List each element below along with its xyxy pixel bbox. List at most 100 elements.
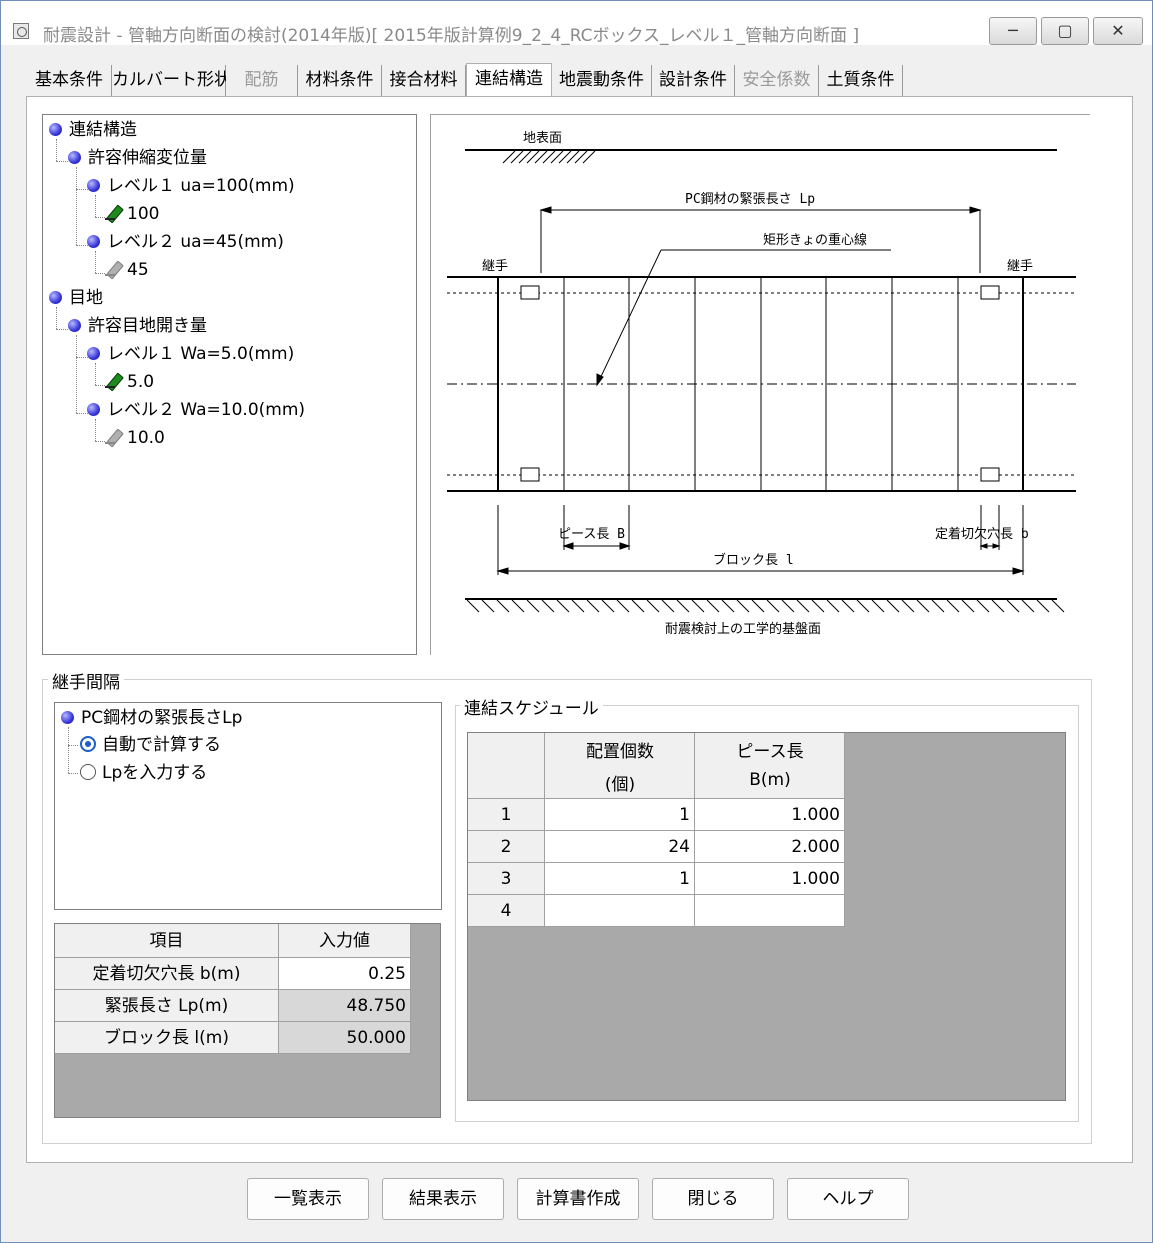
- tree-node-allowable-opening[interactable]: 許容目地開き量: [68, 315, 207, 337]
- count-cell[interactable]: 1: [545, 863, 695, 895]
- tab-joint-materials[interactable]: 接合材料: [382, 65, 466, 96]
- joint-spacing-title: 継手間隔: [48, 668, 124, 693]
- col-header-count: 配置個数 (個): [545, 733, 695, 799]
- help-button[interactable]: ヘルプ: [787, 1178, 909, 1220]
- row-label-anchor-length: 定着切欠穴長 b(m): [55, 958, 279, 990]
- list-display-button[interactable]: 一覧表示: [247, 1178, 369, 1220]
- col-header-piece-length-line2: B(m): [749, 770, 791, 790]
- count-cell[interactable]: 1: [545, 799, 695, 831]
- radio-unselected-icon: [80, 764, 96, 780]
- tab-seismic-motion[interactable]: 地震動条件: [552, 65, 652, 96]
- schedule-corner-cell: [468, 733, 545, 799]
- tree-value: 10.0: [127, 428, 165, 448]
- node-bullet-icon: [87, 235, 100, 248]
- tree-label: レベル１ Wa=5.0(mm): [107, 344, 295, 364]
- col-header-count-line1: 配置個数: [586, 742, 654, 762]
- tree-value: 45: [127, 260, 149, 280]
- close-icon: ✕: [1111, 21, 1125, 40]
- node-bullet-icon: [49, 123, 62, 136]
- row-label-tension-length: 緊張長さ Lp(m): [55, 990, 279, 1022]
- pc-length-option-box: PC鋼材の緊張長さLp 自動で計算する Lpを入力する: [54, 702, 442, 910]
- tree-node-connection-structure[interactable]: 連結構造: [49, 119, 137, 141]
- col-header-piece-length: ピース長 B(m): [695, 733, 845, 799]
- count-cell[interactable]: 24: [545, 831, 695, 863]
- tree-value-level2-opening[interactable]: 10.0: [105, 427, 165, 449]
- result-display-button[interactable]: 結果表示: [382, 1178, 504, 1220]
- row-number: 3: [468, 863, 545, 895]
- tree-value-level2-expansion[interactable]: 45: [105, 259, 149, 281]
- connection-tree: 連結構造 許容伸縮変位量 レベル１ ua=100(mm) 100 レベル２ ua…: [42, 114, 417, 655]
- tree-node-level1-expansion[interactable]: レベル１ ua=100(mm): [87, 175, 295, 197]
- auto-calc-radio[interactable]: 自動で計算する: [80, 734, 221, 756]
- maximize-button[interactable]: ▢: [1041, 17, 1089, 45]
- tree-node-level2-expansion[interactable]: レベル２ ua=45(mm): [87, 231, 284, 253]
- tree-value-level1-opening[interactable]: 5.0: [105, 371, 154, 393]
- tree-node-allowable-expansion[interactable]: 許容伸縮変位量: [68, 147, 207, 169]
- tab-basic-conditions[interactable]: 基本条件: [27, 65, 112, 96]
- schedule-title: 連結スケジュール: [460, 694, 603, 719]
- tree-label: 連結構造: [69, 120, 137, 140]
- radio-selected-icon: [80, 736, 96, 752]
- row-number: 2: [468, 831, 545, 863]
- joint-input-grid: 項目 入力値 定着切欠穴長 b(m) 0.25 緊張長さ Lp(m) 48.75…: [54, 923, 441, 1118]
- minimize-button[interactable]: ─: [989, 17, 1037, 45]
- create-report-button[interactable]: 計算書作成: [517, 1178, 639, 1220]
- tree-label: レベル２ Wa=10.0(mm): [107, 400, 306, 420]
- tab-soil-conditions[interactable]: 土質条件: [819, 65, 903, 96]
- title-bar: 耐震設計 - 管軸方向断面の検討(2014年版)[ 2015年版計算例9_2_4…: [1, 1, 1152, 46]
- joint-left-label: 継手: [482, 259, 508, 274]
- tab-design-conditions[interactable]: 設計条件: [652, 65, 735, 96]
- centroid-line-label: 矩形きょの重心線: [763, 232, 867, 248]
- row-label-block-length: ブロック長 l(m): [55, 1022, 279, 1054]
- block-length-label: ブロック長 l: [713, 552, 794, 568]
- diagram-svg: 地表面 PC鋼材の緊張長さ Lp 矩形きょの重心線 継手 継手 ピース長 B 定…: [447, 131, 1076, 637]
- window-title: 耐震設計 - 管軸方向断面の検討(2014年版)[ 2015年版計算例9_2_4…: [43, 26, 860, 46]
- tree-node-joint[interactable]: 目地: [49, 287, 103, 309]
- piece-length-cell[interactable]: 2.000: [695, 831, 845, 863]
- tree-value-level1-expansion[interactable]: 100: [105, 203, 159, 225]
- anchor-length-input[interactable]: 0.25: [279, 958, 411, 990]
- base-surface-label: 耐震検討上の工学的基盤面: [665, 621, 821, 637]
- tab-culvert-shape[interactable]: カルバート形状: [112, 65, 231, 96]
- count-cell[interactable]: [545, 895, 695, 927]
- tree-label: 許容伸縮変位量: [88, 148, 207, 168]
- col-header-value: 入力値: [279, 924, 411, 958]
- edit-pen-icon: [105, 260, 125, 278]
- radio-label: Lpを入力する: [102, 763, 208, 783]
- edit-pen-icon: [105, 204, 125, 222]
- row-number: 4: [468, 895, 545, 927]
- main-window: 耐震設計 - 管軸方向断面の検討(2014年版)[ 2015年版計算例9_2_4…: [0, 0, 1153, 1243]
- tab-material-conditions[interactable]: 材料条件: [298, 65, 382, 96]
- manual-input-radio[interactable]: Lpを入力する: [80, 762, 207, 784]
- joint-right-label: 継手: [1007, 259, 1033, 274]
- tab-connection-structure[interactable]: 連結構造: [466, 63, 552, 96]
- tab-reinforcement: 配筋: [226, 65, 298, 96]
- piece-length-cell[interactable]: 1.000: [695, 863, 845, 895]
- pc-length-label: PC鋼材の緊張長さ Lp: [685, 192, 815, 207]
- close-window-button[interactable]: ✕: [1093, 17, 1143, 45]
- tree-node-level2-opening[interactable]: レベル２ Wa=10.0(mm): [87, 399, 305, 421]
- maximize-icon: ▢: [1057, 21, 1073, 40]
- option-header-label: PC鋼材の緊張長さLp: [81, 708, 243, 728]
- tree-label: レベル１ ua=100(mm): [107, 176, 295, 196]
- piece-length-cell[interactable]: 1.000: [695, 799, 845, 831]
- node-bullet-icon: [49, 291, 62, 304]
- radio-label: 自動で計算する: [102, 735, 221, 755]
- node-bullet-icon: [87, 403, 100, 416]
- minimize-icon: ─: [1008, 21, 1018, 40]
- piece-length-cell[interactable]: [695, 895, 845, 927]
- tree-label: レベル２ ua=45(mm): [107, 232, 284, 252]
- tree-node-level1-opening[interactable]: レベル１ Wa=5.0(mm): [87, 343, 294, 365]
- tree-label: 許容目地開き量: [88, 316, 207, 336]
- tree-value: 5.0: [127, 372, 155, 392]
- block-length-value: 50.000: [279, 1022, 411, 1054]
- tab-safety-factors: 安全係数: [735, 65, 819, 96]
- piece-length-label: ピース長 B: [558, 527, 625, 542]
- app-icon: [13, 23, 29, 39]
- tree-value: 100: [127, 204, 160, 224]
- tension-length-value: 48.750: [279, 990, 411, 1022]
- node-bullet-icon: [87, 347, 100, 360]
- schedule-grid: 配置個数 (個) ピース長 B(m) 1 1 1.000 2 24 2.000 …: [467, 732, 1066, 1101]
- node-bullet-icon: [68, 319, 81, 332]
- close-button[interactable]: 閉じる: [652, 1178, 774, 1220]
